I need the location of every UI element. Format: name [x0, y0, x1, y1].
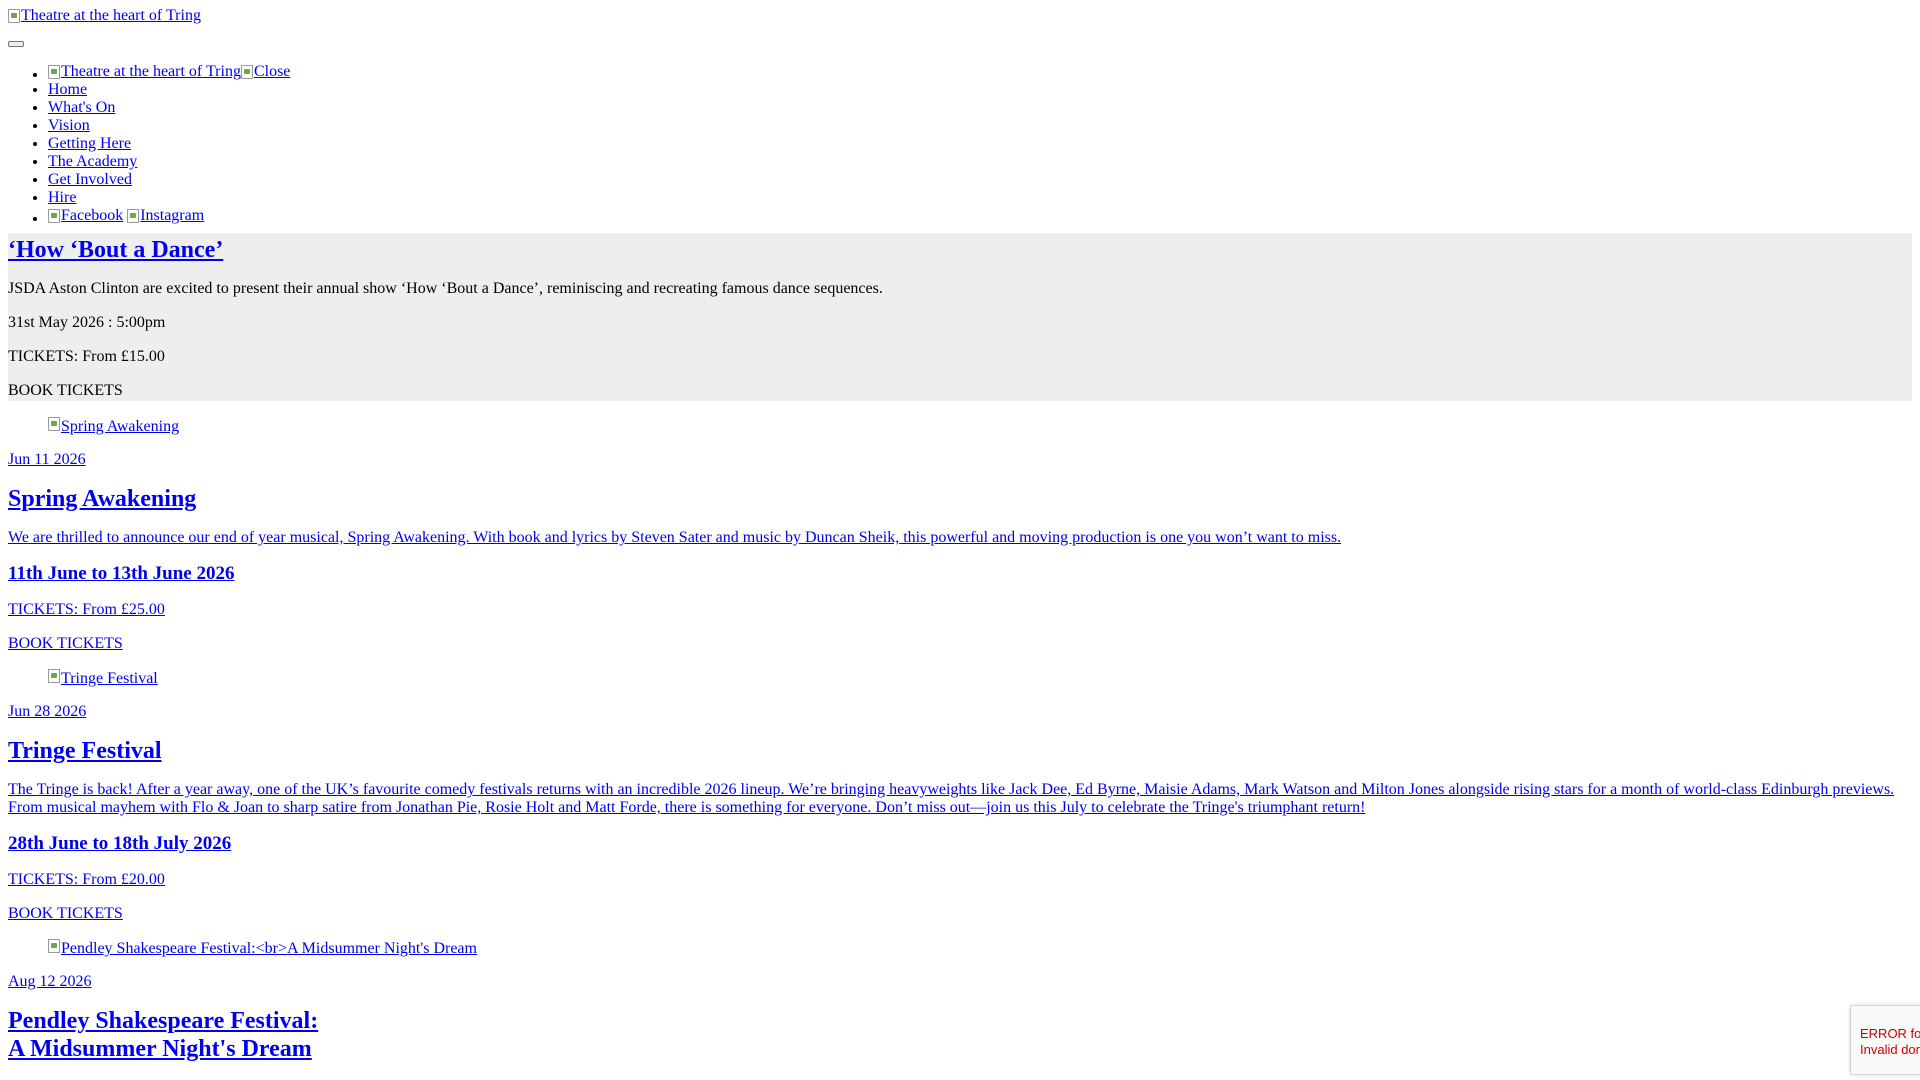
event-title-line-1: Pendley Shakespeare Festival: [8, 1008, 319, 1034]
site-logo-link[interactable]: Theatre at the heart of Tring [8, 7, 201, 25]
menu-logo-link[interactable]: Theatre at the heart of Tring [48, 63, 241, 81]
broken-image-icon [8, 9, 20, 23]
event-date-range: 28th June to 18th July 2026 [8, 833, 1912, 855]
featured-event-title-link[interactable]: ‘How ‘Bout a Dance’ [8, 237, 223, 263]
site-header: Theatre at the heart of Tring [8, 0, 1912, 25]
social-links: Facebook Instagram [48, 207, 1912, 225]
event-title: Spring Awakening [8, 485, 1912, 513]
menu-toggle-button[interactable] [8, 41, 24, 47]
menu-logo-alt: Theatre at the heart of Tring [61, 63, 241, 80]
event-description-link[interactable]: The Tringe is back! After a year away, o… [8, 781, 1912, 817]
event-tickets-link[interactable]: TICKETS: From £20.00 [8, 871, 1912, 889]
menu-close-alt: Close [253, 63, 291, 80]
featured-event-title: ‘How ‘Bout a Dance’ [8, 236, 1912, 264]
main-menu: Theatre at the heart of TringClose Home … [8, 63, 1912, 225]
event-image-link[interactable]: Spring Awakening [8, 417, 1912, 435]
site-logo-alt: Theatre at the heart of Tring [21, 7, 201, 24]
featured-event-description: JSDA Aston Clinton are excited to presen… [8, 280, 883, 297]
event-title: Pendley Shakespeare Festival: A Midsummer… [8, 1007, 1912, 1063]
nav-get-involved[interactable]: Get Involved [48, 171, 132, 188]
featured-book-tickets[interactable]: BOOK TICKETS [8, 382, 1912, 400]
event-title-line-2: A Midsummer Night's Dream [8, 1036, 312, 1062]
featured-event: ‘How ‘Bout a Dance’ JSDA Aston Clinton a… [8, 233, 1912, 401]
page: Theatre at the heart of Tring Theatre at… [0, 0, 1920, 1063]
instagram-icon [127, 209, 140, 223]
event-image-alt: Tringe Festival [61, 670, 158, 687]
event-card: Pendley Shakespeare Festival:<br>A Midsu… [8, 939, 1912, 1063]
event-card: Spring Awakening Jun 11 2026 Spring Awak… [8, 417, 1912, 653]
instagram-link[interactable]: Instagram [127, 207, 204, 225]
event-date-range-link[interactable]: 11th June to 13th June 2026 [8, 563, 234, 584]
event-date-link[interactable]: Aug 12 2026 [8, 973, 1912, 991]
book-tickets-button[interactable]: BOOK TICKETS [8, 905, 1912, 923]
nav-the-academy[interactable]: The Academy [48, 153, 137, 170]
facebook-alt: Facebook [61, 207, 124, 224]
nav-getting-here[interactable]: Getting Here [48, 135, 131, 152]
recaptcha-error-line-1: ERROR for site owner: [1860, 1026, 1920, 1041]
recaptcha-badge: ERROR for site owner: Invalid domain for… [1850, 1005, 1920, 1075]
nav-vision[interactable]: Vision [48, 117, 90, 134]
event-image-alt: Spring Awakening [61, 418, 180, 435]
book-tickets-button[interactable]: BOOK TICKETS [8, 635, 1912, 653]
broken-image-icon [48, 939, 60, 953]
event-image-link[interactable]: Tringe Festival [8, 669, 1912, 687]
recaptcha-error-line-2: Invalid domain for site key [1860, 1042, 1920, 1057]
nav-hire[interactable]: Hire [48, 189, 76, 206]
instagram-alt: Instagram [140, 207, 205, 224]
broken-image-icon [48, 417, 60, 431]
featured-event-tickets: TICKETS: From £15.00 [8, 348, 165, 365]
menu-header: Theatre at the heart of Tring Close [48, 63, 1912, 81]
event-image-link[interactable]: Pendley Shakespeare Festival:<br>A Midsu… [8, 939, 1912, 957]
event-image-alt: Pendley Shakespeare Festival:<br>A Midsu… [61, 940, 477, 957]
event-card: Tringe Festival Jun 28 2026 Tringe Festi… [8, 669, 1912, 923]
nav-whats-on[interactable]: What's On [48, 99, 115, 116]
event-description-link[interactable]: We are thrilled to announce our end of y… [8, 529, 1912, 547]
facebook-icon [48, 209, 60, 223]
event-date-range: 11th June to 13th June 2026 [8, 563, 1912, 585]
event-date-link[interactable]: Jun 28 2026 [8, 703, 1912, 721]
nav-home[interactable]: Home [48, 81, 87, 98]
broken-image-icon [48, 65, 60, 79]
event-title-link[interactable]: Spring Awakening [8, 486, 196, 512]
event-title-link[interactable]: Tringe Festival [8, 738, 162, 764]
event-date-link[interactable]: Jun 11 2026 [8, 451, 1912, 469]
event-date-range-link[interactable]: 28th June to 18th July 2026 [8, 833, 231, 854]
event-title: Tringe Festival [8, 737, 1912, 765]
broken-image-icon [48, 669, 60, 683]
facebook-link[interactable]: Facebook [48, 207, 123, 225]
event-tickets-link[interactable]: TICKETS: From £25.00 [8, 601, 1912, 619]
close-icon [240, 65, 253, 79]
event-title-link[interactable]: Pendley Shakespeare Festival: A Midsummer… [8, 1008, 318, 1062]
featured-event-datetime: 31st May 2026 : 5:00pm [8, 314, 166, 331]
menu-close-button[interactable]: Close [240, 63, 291, 81]
